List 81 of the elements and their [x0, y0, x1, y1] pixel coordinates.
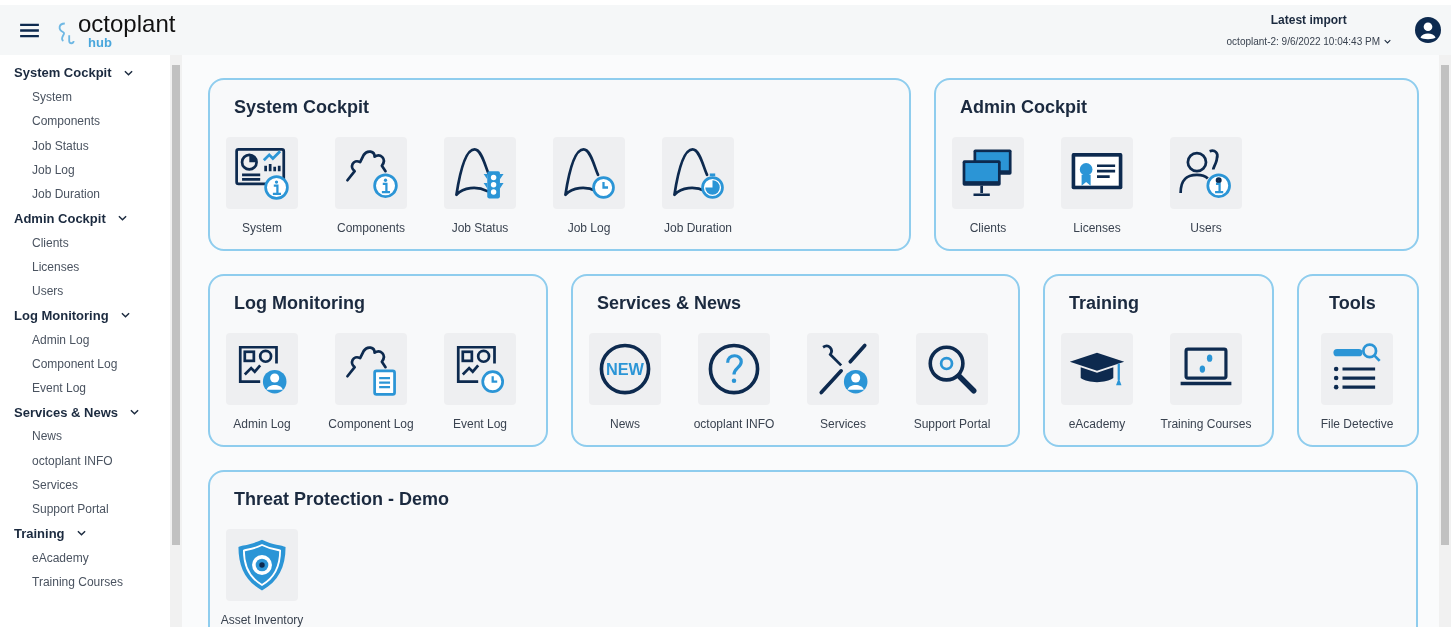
logo-text: octoplant: [78, 11, 176, 36]
sidebar-item[interactable]: Job Log: [14, 157, 75, 183]
import-label: Latest import: [1270, 12, 1347, 29]
chevron-icon: [120, 312, 130, 319]
app-tile[interactable]: Users: [1158, 137, 1254, 237]
sidebar-item[interactable]: System: [14, 85, 72, 110]
sidebar-item[interactable]: Admin Log: [14, 327, 90, 352]
tile-label: Clients: [969, 220, 1007, 237]
app-tile[interactable]: Clients: [940, 137, 1036, 237]
tile-label: Asset Inventory: [220, 612, 304, 627]
import-dropdown[interactable]: octoplant-2: 9/6/2022 10:04:43 PM: [1226, 34, 1391, 49]
app-tile[interactable]: Services: [795, 333, 891, 433]
app-tile[interactable]: Asset Inventory: [214, 529, 310, 627]
sidebar-item[interactable]: Clients: [14, 230, 69, 255]
tile-label: octoplant INFO: [693, 416, 775, 433]
app-tile[interactable]: Admin Log: [214, 333, 310, 433]
chevron-down-icon: [1384, 39, 1391, 44]
sidebar-item[interactable]: Services: [14, 472, 78, 498]
tile-label: Users: [1190, 220, 1222, 237]
app-tile[interactable]: NEW News: [577, 333, 673, 433]
sidebar-item[interactable]: Components: [14, 109, 101, 134]
tile-label: File Detective: [1320, 416, 1394, 433]
menu-icon[interactable]: [20, 22, 39, 38]
tile-label: Job Status: [451, 220, 509, 237]
scrollbar[interactable]: [1439, 55, 1451, 627]
sidebar-section[interactable]: Log Monitoring: [14, 303, 130, 328]
sidebar-item[interactable]: Training Courses: [14, 569, 123, 595]
app-tile[interactable]: Components: [323, 137, 419, 237]
tile-label: Component Log: [328, 416, 414, 433]
sidebar-item[interactable]: Component Log: [14, 351, 118, 376]
sidebar-item[interactable]: octoplant INFO: [14, 448, 113, 473]
scrollbar[interactable]: [170, 55, 182, 627]
sidebar-item[interactable]: News: [14, 424, 62, 449]
sidebar-section[interactable]: Services & News: [14, 400, 140, 425]
card-title: Admin Cockpit: [959, 96, 1088, 119]
card-title: Log Monitoring: [233, 292, 366, 315]
sidebar-section[interactable]: System Cockpit: [14, 61, 133, 85]
app-tile[interactable]: Support Portal: [904, 333, 1000, 433]
sidebar-item[interactable]: eAcademy: [14, 545, 89, 570]
app-tile[interactable]: Licenses: [1049, 137, 1145, 237]
app-tile[interactable]: Component Log: [323, 333, 419, 433]
chevron-icon: [123, 70, 133, 76]
app-tile[interactable]: Job Log: [541, 137, 637, 237]
tile-label: System: [242, 220, 282, 237]
app-tile[interactable]: octoplant INFO: [686, 333, 782, 433]
card-title: Tools: [1328, 292, 1377, 315]
card-title: Services & News: [596, 292, 743, 315]
app-tile[interactable]: Event Log: [432, 333, 528, 433]
logo-subtitle: hub: [88, 35, 112, 49]
card-title: System Cockpit: [233, 96, 371, 119]
tile-label: Job Log: [567, 220, 611, 237]
user-avatar-icon[interactable]: [1415, 17, 1441, 43]
app-tile[interactable]: eAcademy: [1049, 333, 1145, 433]
sidebar-item[interactable]: Licenses: [14, 254, 80, 280]
sidebar-item[interactable]: Job Status: [14, 133, 89, 158]
tile-label: eAcademy: [1068, 416, 1126, 433]
card-title: Threat Protection - Demo: [233, 488, 451, 511]
card-title: Training: [1068, 292, 1140, 315]
sidebar-section[interactable]: Training: [14, 521, 86, 546]
tile-label: Support Portal: [913, 416, 991, 433]
tile-label: Services: [820, 416, 866, 433]
sidebar-item[interactable]: Job Duration: [14, 182, 101, 207]
sidebar-item[interactable]: Event Log: [14, 375, 87, 401]
app-tile[interactable]: File Detective: [1309, 333, 1405, 433]
tile-label: Licenses: [1073, 220, 1121, 237]
tile-label: Event Log: [452, 416, 507, 433]
sidebar-item[interactable]: Support Portal: [14, 497, 109, 522]
app-tile[interactable]: Training Courses: [1158, 333, 1254, 433]
tile-label: News: [610, 416, 640, 433]
sidebar-item[interactable]: Users: [14, 279, 64, 304]
sidebar-section[interactable]: Admin Cockpit: [14, 206, 127, 231]
chevron-icon: [117, 215, 127, 222]
tile-label: Admin Log: [233, 416, 291, 433]
tile-label: Job Duration: [663, 220, 732, 237]
app-tile[interactable]: Job Status: [432, 137, 528, 237]
chevron-icon: [130, 409, 140, 416]
tile-label: Components: [336, 220, 405, 237]
tile-label: Training Courses: [1160, 416, 1252, 433]
app-tile[interactable]: Job Duration: [650, 137, 746, 237]
chevron-icon: [76, 530, 86, 537]
app-tile[interactable]: System: [214, 137, 310, 237]
